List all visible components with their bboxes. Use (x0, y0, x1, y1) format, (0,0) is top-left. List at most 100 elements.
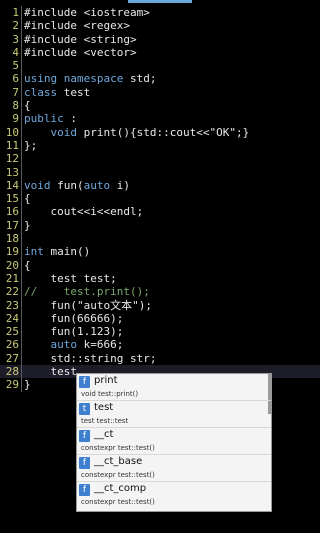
function-icon: f (79, 430, 90, 442)
line-number: 5 (12, 59, 19, 73)
code-text: int main() (24, 245, 91, 259)
line-number: 17 (5, 218, 19, 232)
code-line-7[interactable]: 7 class test (0, 85, 320, 100)
tab-indicator (128, 0, 192, 3)
line-number: 9 (12, 112, 19, 126)
function-icon: f (79, 457, 90, 469)
line-number: 12 (5, 152, 19, 166)
line-number: 29 (5, 378, 19, 392)
code-text: public : (24, 112, 77, 126)
code-line-17[interactable]: 17} (0, 218, 320, 233)
suggestion-signature: constexpr test::test() (81, 498, 155, 506)
suggestion-signature: constexpr test::test() (81, 471, 155, 479)
code-line-11[interactable]: 11}; (0, 138, 320, 153)
code-line-27[interactable]: 27 std::string str; (0, 351, 320, 366)
code-line-19[interactable]: 19 int main() (0, 245, 320, 259)
code-line-23[interactable]: 23 fun("auto文本"); (0, 298, 320, 312)
keyword: auto (50, 338, 78, 352)
code-line-20[interactable]: 20 { (0, 258, 320, 272)
line-number: 25 (5, 325, 19, 339)
code-text: { (24, 192, 31, 206)
line-number: 1 (12, 6, 19, 19)
code-text: #include <regex> (24, 19, 130, 33)
code-line-12[interactable]: 12 (0, 152, 320, 166)
suggestion-name: __ct_base (94, 456, 143, 467)
function-icon: f (79, 376, 90, 388)
code-line-3[interactable]: 3 #include <string> (0, 32, 320, 46)
suggestion-signature: constexpr test::test() (81, 444, 155, 452)
line-number: 22 (5, 285, 19, 299)
code-text: cout<<i<<endl; (24, 205, 144, 219)
line-number: 27 (5, 351, 19, 365)
code-text: using namespace std; (24, 72, 157, 86)
suggestion-name: print (94, 375, 118, 386)
code-line-9[interactable]: 9 public : (0, 112, 320, 126)
code-line-25[interactable]: 25 fun(1.123); (0, 325, 320, 339)
line-number: 26 (5, 338, 19, 352)
code-line-8[interactable]: 8{ (0, 99, 320, 113)
line-number: 10 (5, 125, 19, 139)
autocomplete-popup[interactable]: f print void test::print() t test test t… (76, 373, 272, 512)
line-number: 3 (12, 32, 19, 46)
code-line-18[interactable]: 18 (0, 232, 320, 246)
comment-text: // test.print(); (24, 285, 150, 299)
code-line-16[interactable]: 16 cout<<i<<endl; (0, 205, 320, 219)
code-text: #include <vector> (24, 45, 137, 59)
suggestion-signature: test test::test (81, 417, 129, 425)
line-number: 14 (5, 178, 19, 192)
code-line-6[interactable]: 6 using namespace std; (0, 72, 320, 86)
code-line-2[interactable]: 2 #include <regex> (0, 19, 320, 33)
function-icon: f (79, 484, 90, 496)
code-text: test. (24, 365, 84, 379)
suggestion-name: __ct (94, 429, 114, 440)
line-number: 16 (5, 205, 19, 219)
line-number: 2 (12, 19, 19, 33)
code-text: } (24, 218, 31, 232)
line-number: 15 (5, 192, 19, 206)
code-line-13[interactable]: 13 (0, 165, 320, 179)
autocomplete-item-print[interactable]: f print void test::print() (77, 374, 271, 401)
code-line-15[interactable]: 15 { (0, 192, 320, 206)
code-line-1[interactable]: 1 #include <iostream> (0, 6, 320, 20)
code-text: fun(66666); (24, 311, 124, 325)
line-number: 6 (12, 72, 19, 86)
keyword: void (50, 125, 78, 139)
keyword: public (24, 112, 64, 126)
line-number: 28 (5, 365, 19, 379)
code-text: #include <string> (24, 32, 137, 46)
autocomplete-item-ct[interactable]: f __ct constexpr test::test() (77, 428, 271, 455)
code-line-4[interactable]: 4 #include <vector> (0, 45, 320, 60)
line-number: 20 (5, 258, 19, 272)
type-icon: t (79, 403, 90, 415)
line-number: 23 (5, 298, 19, 312)
code-text: void print(){std::cout<<"OK";} (50, 125, 250, 139)
code-text: fun("auto文本"); (24, 298, 152, 312)
code-line-21[interactable]: 21 test test; (0, 271, 320, 286)
code-text: #include <iostream> (24, 6, 150, 19)
suggestion-signature: void test::print() (81, 390, 139, 398)
code-line-5[interactable]: 5 (0, 59, 320, 73)
code-text: } (24, 378, 31, 392)
line-number: 8 (12, 99, 19, 113)
line-number: 11 (5, 138, 19, 152)
line-number: 7 (12, 85, 19, 99)
autocomplete-item-test[interactable]: t test test test::test (77, 401, 271, 428)
autocomplete-item-ct-comp[interactable]: f __ct_comp constexpr test::test() (77, 482, 271, 509)
code-text: test test; (24, 271, 117, 285)
code-line-22[interactable]: 22 // test.print(); (0, 285, 320, 299)
line-number: 24 (5, 311, 19, 325)
code-line-14[interactable]: 14 void fun(auto i) (0, 178, 320, 193)
suggestion-name: __ct_comp (94, 483, 147, 494)
code-line-24[interactable]: 24 fun(66666); (0, 311, 320, 326)
top-status-bar (0, 0, 320, 4)
line-number: 18 (5, 232, 19, 246)
code-editor[interactable]: 1 #include <iostream> 2 #include <regex> 3… (0, 6, 320, 392)
code-line-10[interactable]: 10 void print(){std::cout<<"OK";} (0, 125, 320, 139)
keyword: class (24, 85, 58, 99)
keyword: using namespace (24, 72, 124, 86)
code-text: class test (24, 85, 91, 99)
line-number: 4 (12, 45, 19, 59)
autocomplete-item-ct-base[interactable]: f __ct_base constexpr test::test() (77, 455, 271, 482)
code-line-26[interactable]: 26 auto k=666; (0, 338, 320, 352)
code-text: { (24, 258, 31, 272)
